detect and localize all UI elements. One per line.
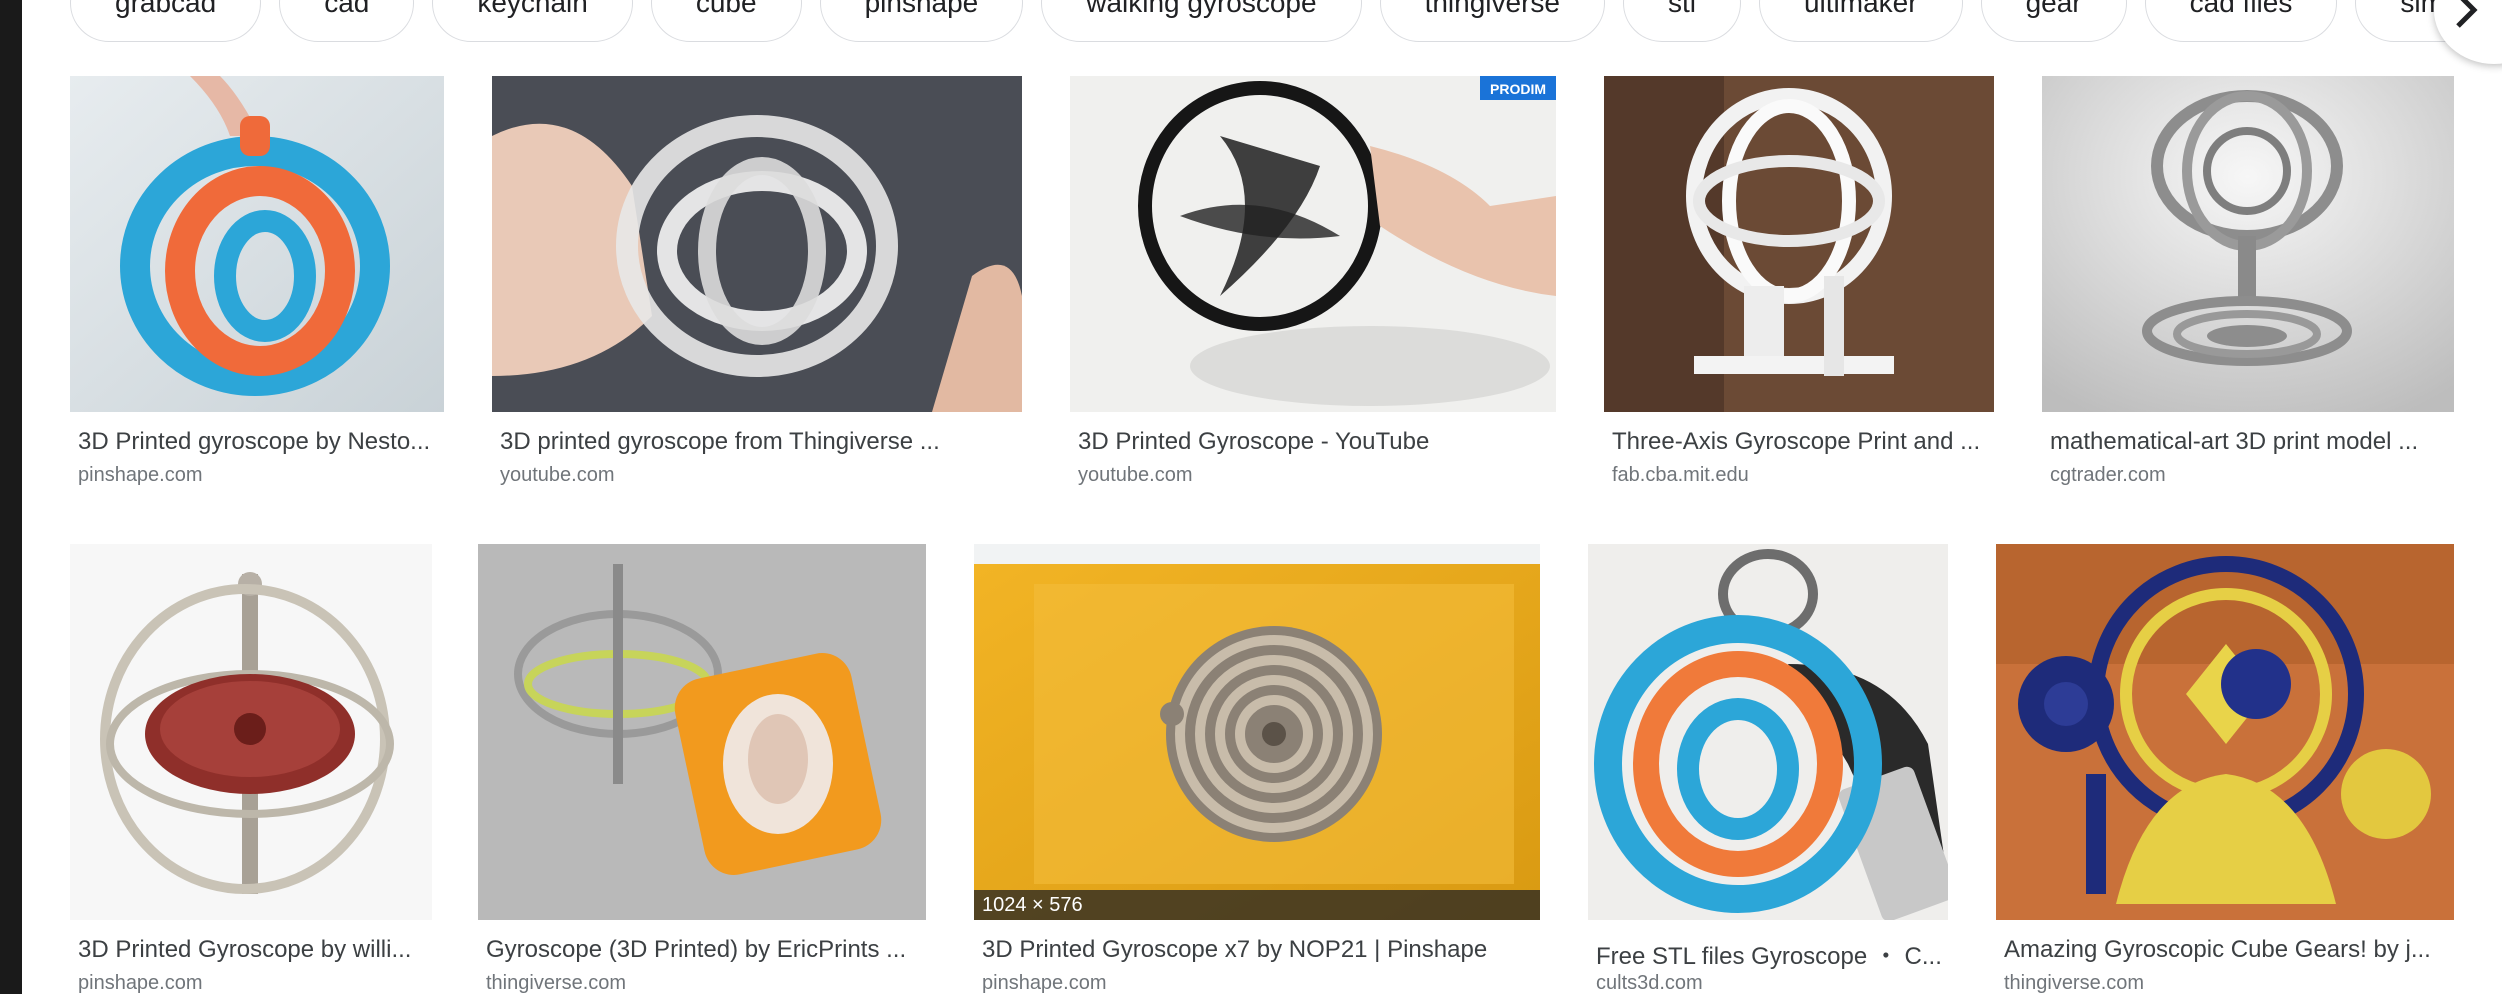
result-tile[interactable]: PRODIM 3D Printed Gyroscope - YouTube yo… <box>1070 76 1556 496</box>
result-thumbnail[interactable] <box>478 544 926 920</box>
result-title[interactable]: Amazing Gyroscopic Cube Gears! by j... <box>2004 936 2448 964</box>
left-edge-rail <box>0 0 22 994</box>
result-thumbnail[interactable] <box>2042 76 2454 412</box>
result-thumbnail[interactable] <box>1588 544 1948 920</box>
result-source: pinshape.com <box>982 972 1107 994</box>
hover-frame <box>974 544 1540 564</box>
result-thumbnail[interactable]: 1024 × 576 <box>974 544 1540 920</box>
result-title[interactable]: 3D Printed Gyroscope - YouTube <box>1078 428 1550 456</box>
result-thumbnail[interactable] <box>1604 76 1994 412</box>
result-source: pinshape.com <box>78 972 203 994</box>
chip-pinshape[interactable]: pinshape <box>819 0 1024 42</box>
result-source: pinshape.com <box>78 464 203 486</box>
result-thumbnail[interactable]: PRODIM <box>1070 76 1556 412</box>
result-tile[interactable]: Gyroscope (3D Printed) by EricPrints ...… <box>478 544 926 994</box>
chip-ultimaker[interactable]: ultimaker <box>1758 0 1963 42</box>
result-source: thingiverse.com <box>2004 972 2145 994</box>
result-source: youtube.com <box>1078 464 1193 486</box>
chip-stl[interactable]: stl <box>1622 0 1741 42</box>
chip-thingiverse[interactable]: thingiverse <box>1379 0 1605 42</box>
result-thumbnail[interactable] <box>70 544 432 920</box>
result-title[interactable]: 3D Printed Gyroscope by willi... <box>78 936 426 964</box>
result-thumbnail[interactable] <box>70 76 444 412</box>
result-title[interactable]: Three-Axis Gyroscope Print and ... <box>1612 428 1988 456</box>
result-tile[interactable]: Free STL files Gyroscope ・ C... cults3d.… <box>1588 544 1948 994</box>
result-title[interactable]: 3D Printed Gyroscope x7 by NOP21 | Pinsh… <box>982 936 1534 964</box>
chip-grabcad[interactable]: grabcad <box>70 0 262 42</box>
chip-walking-gyroscope[interactable]: walking gyroscope <box>1041 0 1362 42</box>
result-title[interactable]: 3D Printed gyroscope by Nesto... <box>78 428 438 456</box>
result-source: thingiverse.com <box>486 972 627 994</box>
video-watermark: PRODIM <box>1490 81 1546 97</box>
result-thumbnail[interactable] <box>492 76 1022 412</box>
result-tile-hovered[interactable]: 1024 × 576 3D Printed Gyroscope x7 by NO… <box>974 544 1540 994</box>
result-source: fab.cba.mit.edu <box>1612 464 1749 486</box>
result-tile[interactable]: 3D Printed gyroscope by Nesto... pinshap… <box>70 76 444 496</box>
result-title[interactable]: Gyroscope (3D Printed) by EricPrints ... <box>486 936 920 964</box>
result-thumbnail[interactable] <box>1996 544 2454 920</box>
result-title[interactable]: Free STL files Gyroscope ・ C... <box>1596 936 1942 971</box>
chevron-right-icon <box>2456 0 2478 28</box>
result-tile[interactable]: mathematical-art 3D print model ... cgtr… <box>2042 76 2454 496</box>
result-tile[interactable]: 3D Printed Gyroscope by willi... pinshap… <box>70 544 432 994</box>
result-source: cults3d.com <box>1596 972 1703 994</box>
chips-next-button[interactable] <box>2434 0 2502 64</box>
chip-cube[interactable]: cube <box>650 0 802 42</box>
result-title[interactable]: 3D printed gyroscope from Thingiverse ..… <box>500 428 1016 456</box>
result-tile[interactable]: Three-Axis Gyroscope Print and ... fab.c… <box>1604 76 1994 496</box>
related-search-chips: grabcad cad keychain cube pinshape walki… <box>70 0 2502 42</box>
chip-gear[interactable]: gear <box>1980 0 2127 42</box>
result-title[interactable]: mathematical-art 3D print model ... <box>2050 428 2448 456</box>
chip-keychain[interactable]: keychain <box>432 0 633 42</box>
result-tile[interactable]: Amazing Gyroscopic Cube Gears! by j... t… <box>1996 544 2454 994</box>
result-tile[interactable]: 3D printed gyroscope from Thingiverse ..… <box>492 76 1022 496</box>
result-source: cgtrader.com <box>2050 464 2166 486</box>
result-source: youtube.com <box>500 464 615 486</box>
chip-cad-files[interactable]: cad files <box>2144 0 2338 42</box>
image-dimensions-overlay: 1024 × 576 <box>974 890 1540 920</box>
chip-cad[interactable]: cad <box>279 0 415 42</box>
